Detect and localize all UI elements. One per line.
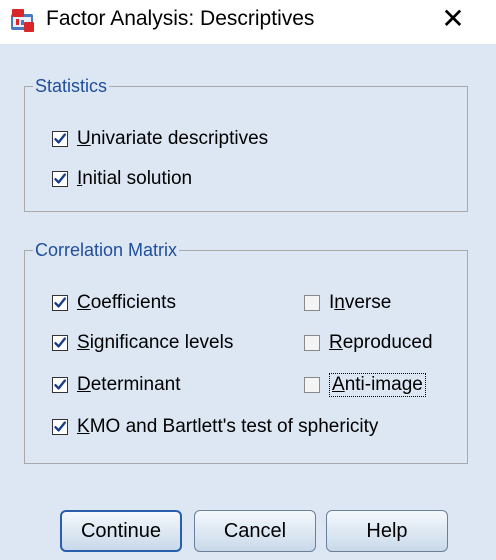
dialog-body: Statistics Correlation Matrix Univariate… [0,44,496,560]
checkmark-icon [54,379,66,390]
help-button[interactable]: Help [326,510,448,552]
checkmark-icon [54,337,66,348]
initial-solution-checkbox[interactable]: Initial solution [52,166,192,192]
checkbox-label: KMO and Bartlett's test of sphericity [77,416,379,437]
checkmark-icon [54,133,66,144]
spss-dialog-icon [11,9,34,32]
checkbox-label: Initial solution [77,168,193,189]
kmo-bartlett-checkbox[interactable]: KMO and Bartlett's test of sphericity [52,414,378,440]
cancel-button[interactable]: Cancel [194,510,316,552]
inverse-checkbox[interactable]: Inverse [304,290,391,316]
checkbox-box [52,419,68,435]
checkbox-label: Significance levels [77,332,234,353]
checkmark-icon [54,173,66,184]
checkmark-icon [54,297,66,308]
continue-button[interactable]: Continue [60,510,182,552]
checkbox-box [52,335,68,351]
window-title: Factor Analysis: Descriptives [46,7,315,30]
checkmark-icon [54,421,66,432]
correlation-matrix-legend: Correlation Matrix [35,240,178,260]
checkbox-label: Coefficients [77,292,176,313]
univariate-descriptives-checkbox[interactable]: Univariate descriptives [52,126,268,152]
close-icon[interactable]: ✕ [436,2,470,38]
checkbox-label: Univariate descriptives [77,128,269,149]
checkbox-box [52,295,68,311]
checkbox-box [52,171,68,187]
checkbox-box [52,131,68,147]
checkbox-box [304,377,320,393]
checkbox-box [52,377,68,393]
checkbox-box [304,295,320,311]
checkbox-box [304,335,320,351]
checkbox-label: Inverse [329,292,392,313]
checkbox-label: Reproduced [329,332,433,353]
determinant-checkbox[interactable]: Determinant [52,372,181,398]
statistics-legend: Statistics [35,76,108,96]
anti-image-checkbox[interactable]: Anti-image [304,372,426,398]
checkbox-label: Anti-image [329,373,426,397]
reproduced-checkbox[interactable]: Reproduced [304,330,433,356]
checkbox-label: Determinant [77,374,181,395]
title-bar: Factor Analysis: Descriptives ✕ [0,0,496,44]
significance-levels-checkbox[interactable]: Significance levels [52,330,233,356]
coefficients-checkbox[interactable]: Coefficients [52,290,176,316]
